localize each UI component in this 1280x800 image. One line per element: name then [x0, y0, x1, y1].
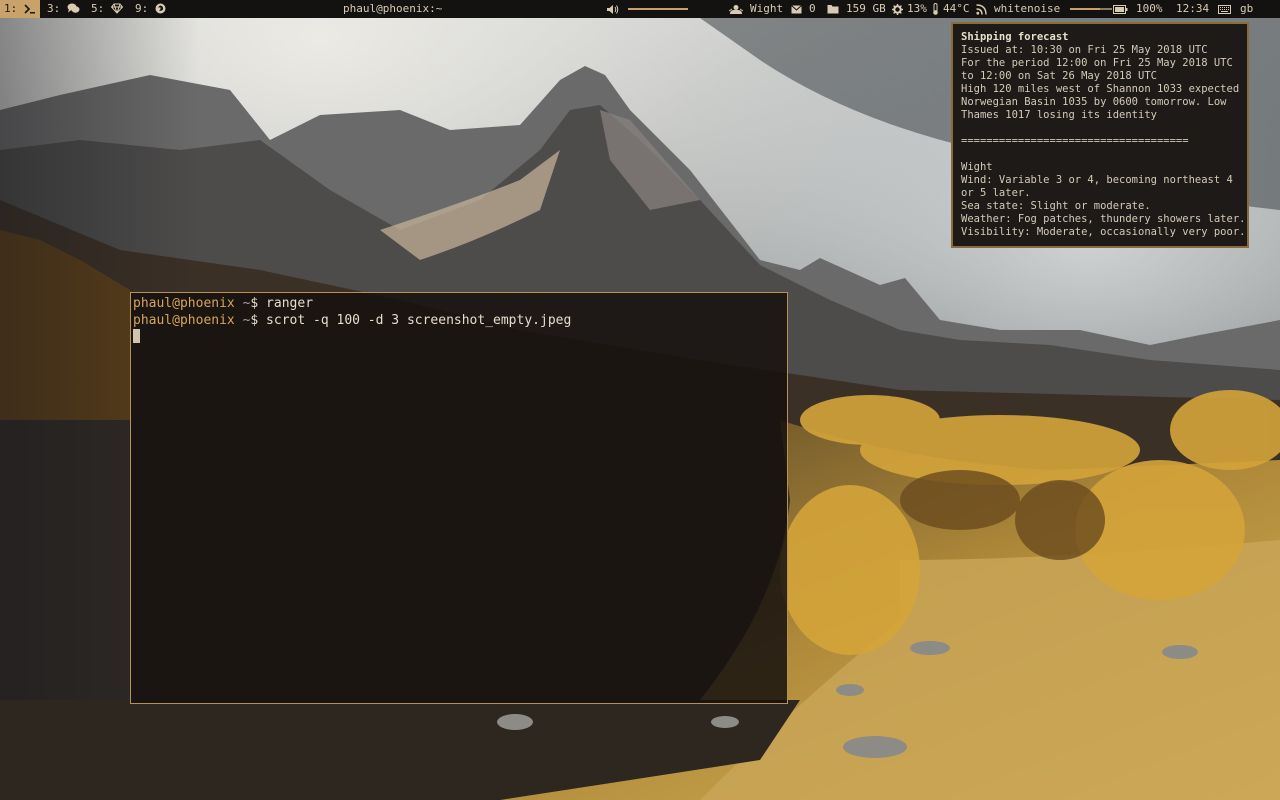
- battery-icon: [1113, 4, 1128, 14]
- terminal-icon: [24, 4, 35, 14]
- notification-line: Weather: Fog patches, thundery showers l…: [961, 213, 1246, 225]
- folder-icon: [827, 5, 839, 14]
- workspace-5-label: 5:: [91, 2, 105, 15]
- firefox-icon: [155, 3, 166, 14]
- sound-indicator[interactable]: whitenoise: [976, 0, 1113, 18]
- window-title: phaul@phoenix:~: [343, 2, 443, 15]
- notification-title: Shipping forecast: [961, 31, 1069, 43]
- notification-line: High 120 miles west of Shannon 1033 expe…: [961, 83, 1240, 95]
- disk-free: 159 GB: [846, 2, 886, 15]
- notification-line: Thames 1017 losing its identity: [961, 109, 1157, 121]
- top-status-bar: 1: 3: 5: 9: phaul@phoenix:~ Wight 0 159 …: [0, 0, 1280, 18]
- keyboard-layout-indicator[interactable]: gb: [1218, 0, 1253, 18]
- terminal-output: phaul@phoenix ~$ ranger phaul@phoenix ~$ …: [133, 295, 785, 329]
- rss-icon: [976, 3, 987, 15]
- speaker-icon: [607, 4, 619, 14]
- temperature-value: 44°C: [943, 2, 970, 15]
- weather-icon: [729, 4, 743, 14]
- terminal-line: phaul@phoenix ~$ ranger: [133, 295, 785, 312]
- sound-name: whitenoise: [994, 2, 1061, 15]
- prompt-directory: ~: [234, 313, 251, 328]
- battery-level: 100%: [1136, 2, 1163, 15]
- notification-line: [961, 122, 1239, 135]
- disk-indicator[interactable]: 159 GB: [827, 0, 886, 18]
- temperature-indicator[interactable]: 44°C: [932, 0, 970, 18]
- workspace-1[interactable]: 1:: [0, 0, 40, 18]
- keyboard-layout: gb: [1240, 2, 1254, 15]
- weather-location: Wight: [750, 2, 784, 15]
- keyboard-icon: [1218, 4, 1231, 14]
- notification-line: Sea state: Slight or moderate.: [961, 200, 1151, 212]
- workspace-3[interactable]: 3:: [43, 0, 84, 18]
- cpu-indicator[interactable]: 13%: [892, 0, 927, 18]
- prompt-user: phaul@phoenix: [133, 296, 235, 311]
- sound-slider[interactable]: [1070, 8, 1113, 10]
- prompt-directory: ~: [234, 296, 251, 311]
- chat-icon: [67, 3, 80, 13]
- terminal-window[interactable]: phaul@phoenix ~$ ranger phaul@phoenix ~$ …: [130, 292, 788, 704]
- command-text: $ scrot -q 100 -d 3 screenshot_empty.jpe…: [250, 313, 572, 328]
- workspace-5[interactable]: 5:: [87, 0, 127, 18]
- terminal-input-line[interactable]: [133, 329, 785, 346]
- notification-line: [961, 148, 1239, 161]
- workspace-9-label: 9:: [135, 2, 149, 15]
- mail-count: 0: [809, 2, 816, 15]
- clock[interactable]: 12:34: [1176, 0, 1209, 18]
- notification-line: ====================================: [961, 135, 1189, 147]
- workspace-3-label: 3:: [47, 2, 61, 15]
- volume-slider[interactable]: [628, 8, 688, 10]
- workspace-1-label: 1:: [4, 2, 18, 15]
- weather-indicator[interactable]: Wight: [729, 0, 783, 18]
- terminal-line: phaul@phoenix ~$ scrot -q 100 -d 3 scree…: [133, 312, 785, 329]
- terminal-cursor: [133, 329, 140, 343]
- workspace-9[interactable]: 9:: [131, 0, 170, 18]
- gear-icon: [892, 3, 903, 15]
- shipping-forecast-notification[interactable]: Shipping forecast Issued at: 10:30 on Fr…: [951, 22, 1249, 248]
- gem-icon: [110, 3, 124, 14]
- notification-line: to 12:00 on Sat 26 May 2018 UTC: [961, 70, 1157, 82]
- notification-line: Wind: Variable 3 or 4, becoming northeas…: [961, 174, 1233, 186]
- prompt-user: phaul@phoenix: [133, 313, 235, 328]
- mail-indicator[interactable]: 0: [791, 0, 816, 18]
- notification-line: For the period 12:00 on Fri 25 May 2018 …: [961, 57, 1233, 69]
- cpu-usage: 13%: [907, 2, 927, 15]
- command-text: $ ranger: [250, 296, 314, 311]
- notification-body: Issued at: 10:30 on Fri 25 May 2018 UTC F…: [961, 44, 1246, 239]
- notification-line: Issued at: 10:30 on Fri 25 May 2018 UTC: [961, 44, 1208, 56]
- clock-time: 12:34: [1176, 2, 1210, 15]
- notification-line: Visibility: Moderate, occasionally very …: [961, 226, 1246, 238]
- notification-line: Norwegian Basin 1035 by 0600 tomorrow. L…: [961, 96, 1227, 108]
- notification-line: or 5 later.: [961, 187, 1031, 199]
- volume-indicator[interactable]: [606, 0, 688, 18]
- sound-slider-fill: [1070, 8, 1100, 10]
- battery-indicator[interactable]: 100%: [1113, 0, 1163, 18]
- notification-line: Wight: [961, 161, 993, 173]
- volume-slider-fill: [628, 8, 688, 10]
- mail-icon: [791, 4, 802, 13]
- thermometer-icon: [933, 3, 938, 15]
